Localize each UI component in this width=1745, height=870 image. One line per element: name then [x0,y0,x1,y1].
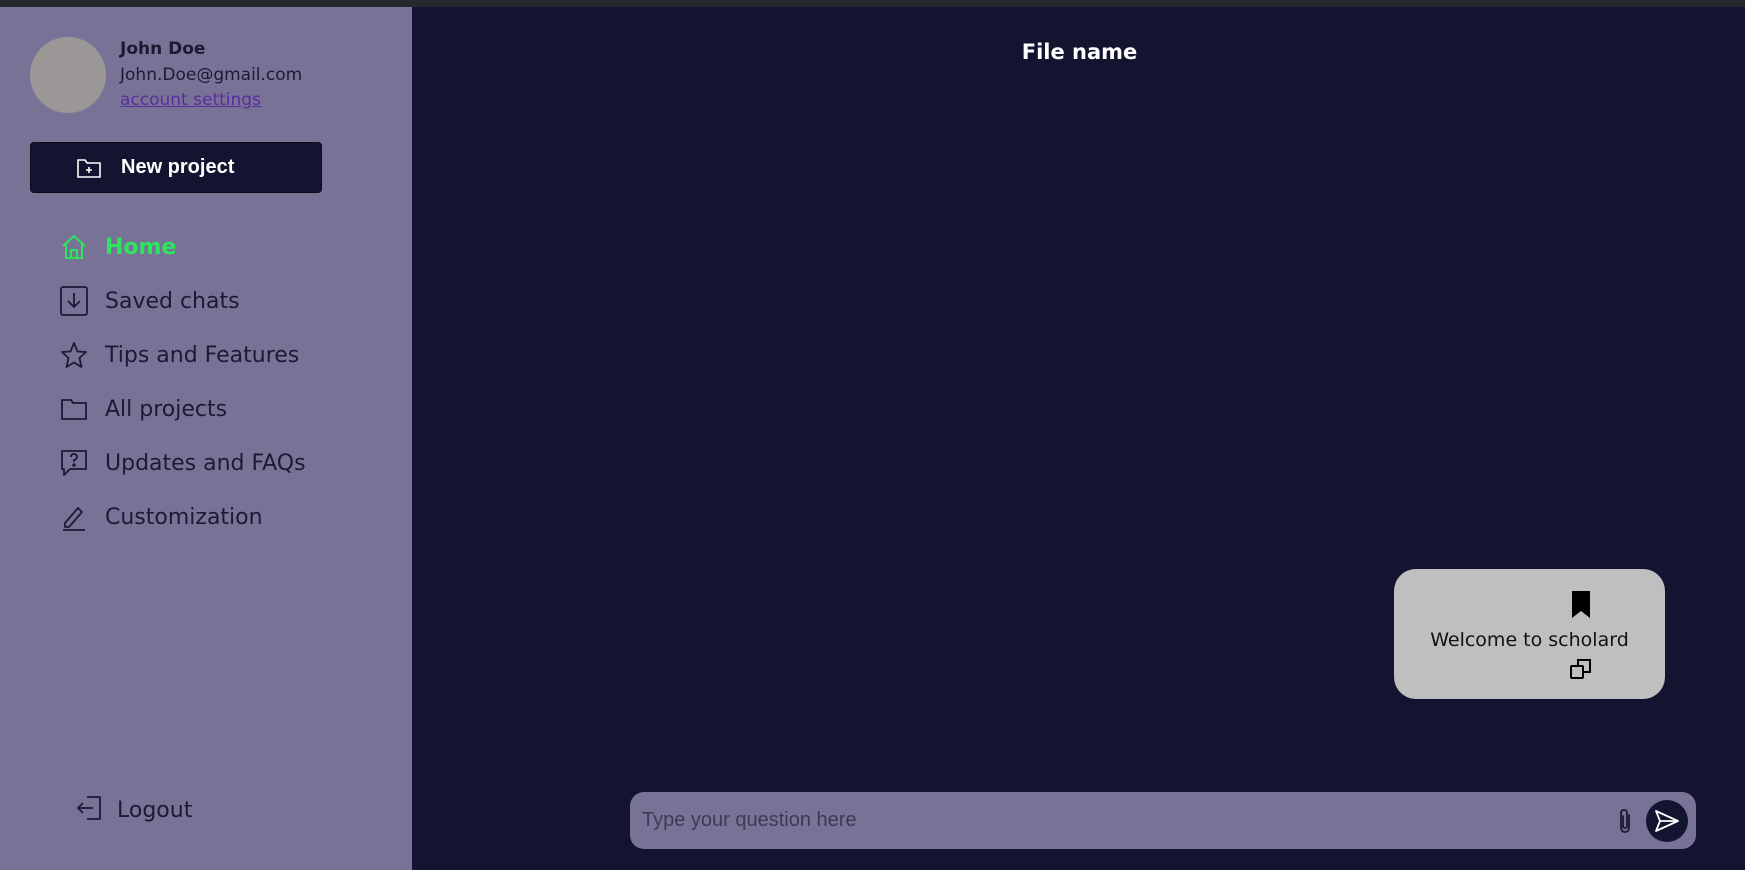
send-icon [1655,810,1679,832]
folder-plus-icon [76,156,102,180]
pen-icon [58,501,90,533]
sidebar-item-label: All projects [105,396,228,422]
home-icon [58,231,90,263]
sidebar-item-home[interactable]: Home [58,227,378,267]
logout-label: Logout [117,798,193,823]
sidebar-item-all-projects[interactable]: All projects [58,389,378,429]
sidebar: John Doe John.Doe@gmail.com account sett… [0,7,412,870]
sidebar-item-customization[interactable]: Customization [58,497,378,537]
file-name-title: File name [412,40,1745,64]
bookmark-icon[interactable] [1567,589,1595,621]
chat-message-bubble: Welcome to scholard [1394,569,1665,699]
question-input-bar [630,792,1696,849]
star-icon [58,339,90,371]
new-project-button[interactable]: New project [30,142,322,193]
new-project-label: New project [121,156,235,178]
question-chat-icon [58,447,90,479]
question-input[interactable] [642,792,1592,849]
folder-icon [58,393,90,425]
sidebar-item-label: Updates and FAQs [105,450,306,476]
sidebar-item-label: Saved chats [105,288,240,314]
chat-main: File name Welcome to scholard [412,7,1745,870]
sidebar-item-label: Home [105,234,177,260]
sidebar-item-tips-and-features[interactable]: Tips and Features [58,335,378,375]
account-settings-link[interactable]: account settings [120,90,261,110]
sidebar-item-label: Customization [105,504,263,530]
send-button[interactable] [1646,800,1688,842]
avatar[interactable] [30,37,106,113]
copy-icon[interactable] [1567,655,1595,683]
user-name: John Doe [120,39,206,59]
window-top-bar [0,0,1745,7]
sidebar-item-saved-chats[interactable]: Saved chats [58,281,378,321]
logout-button[interactable]: Logout [75,795,192,826]
paperclip-icon[interactable] [1613,807,1637,835]
download-icon [58,285,90,317]
sidebar-item-label: Tips and Features [105,342,300,368]
logout-icon [75,795,103,826]
chat-message-text: Welcome to scholard [1430,629,1629,651]
user-email: John.Doe@gmail.com [120,65,303,85]
sidebar-item-updates-and-faqs[interactable]: Updates and FAQs [58,443,378,483]
file-name-text: File name [1021,40,1138,64]
